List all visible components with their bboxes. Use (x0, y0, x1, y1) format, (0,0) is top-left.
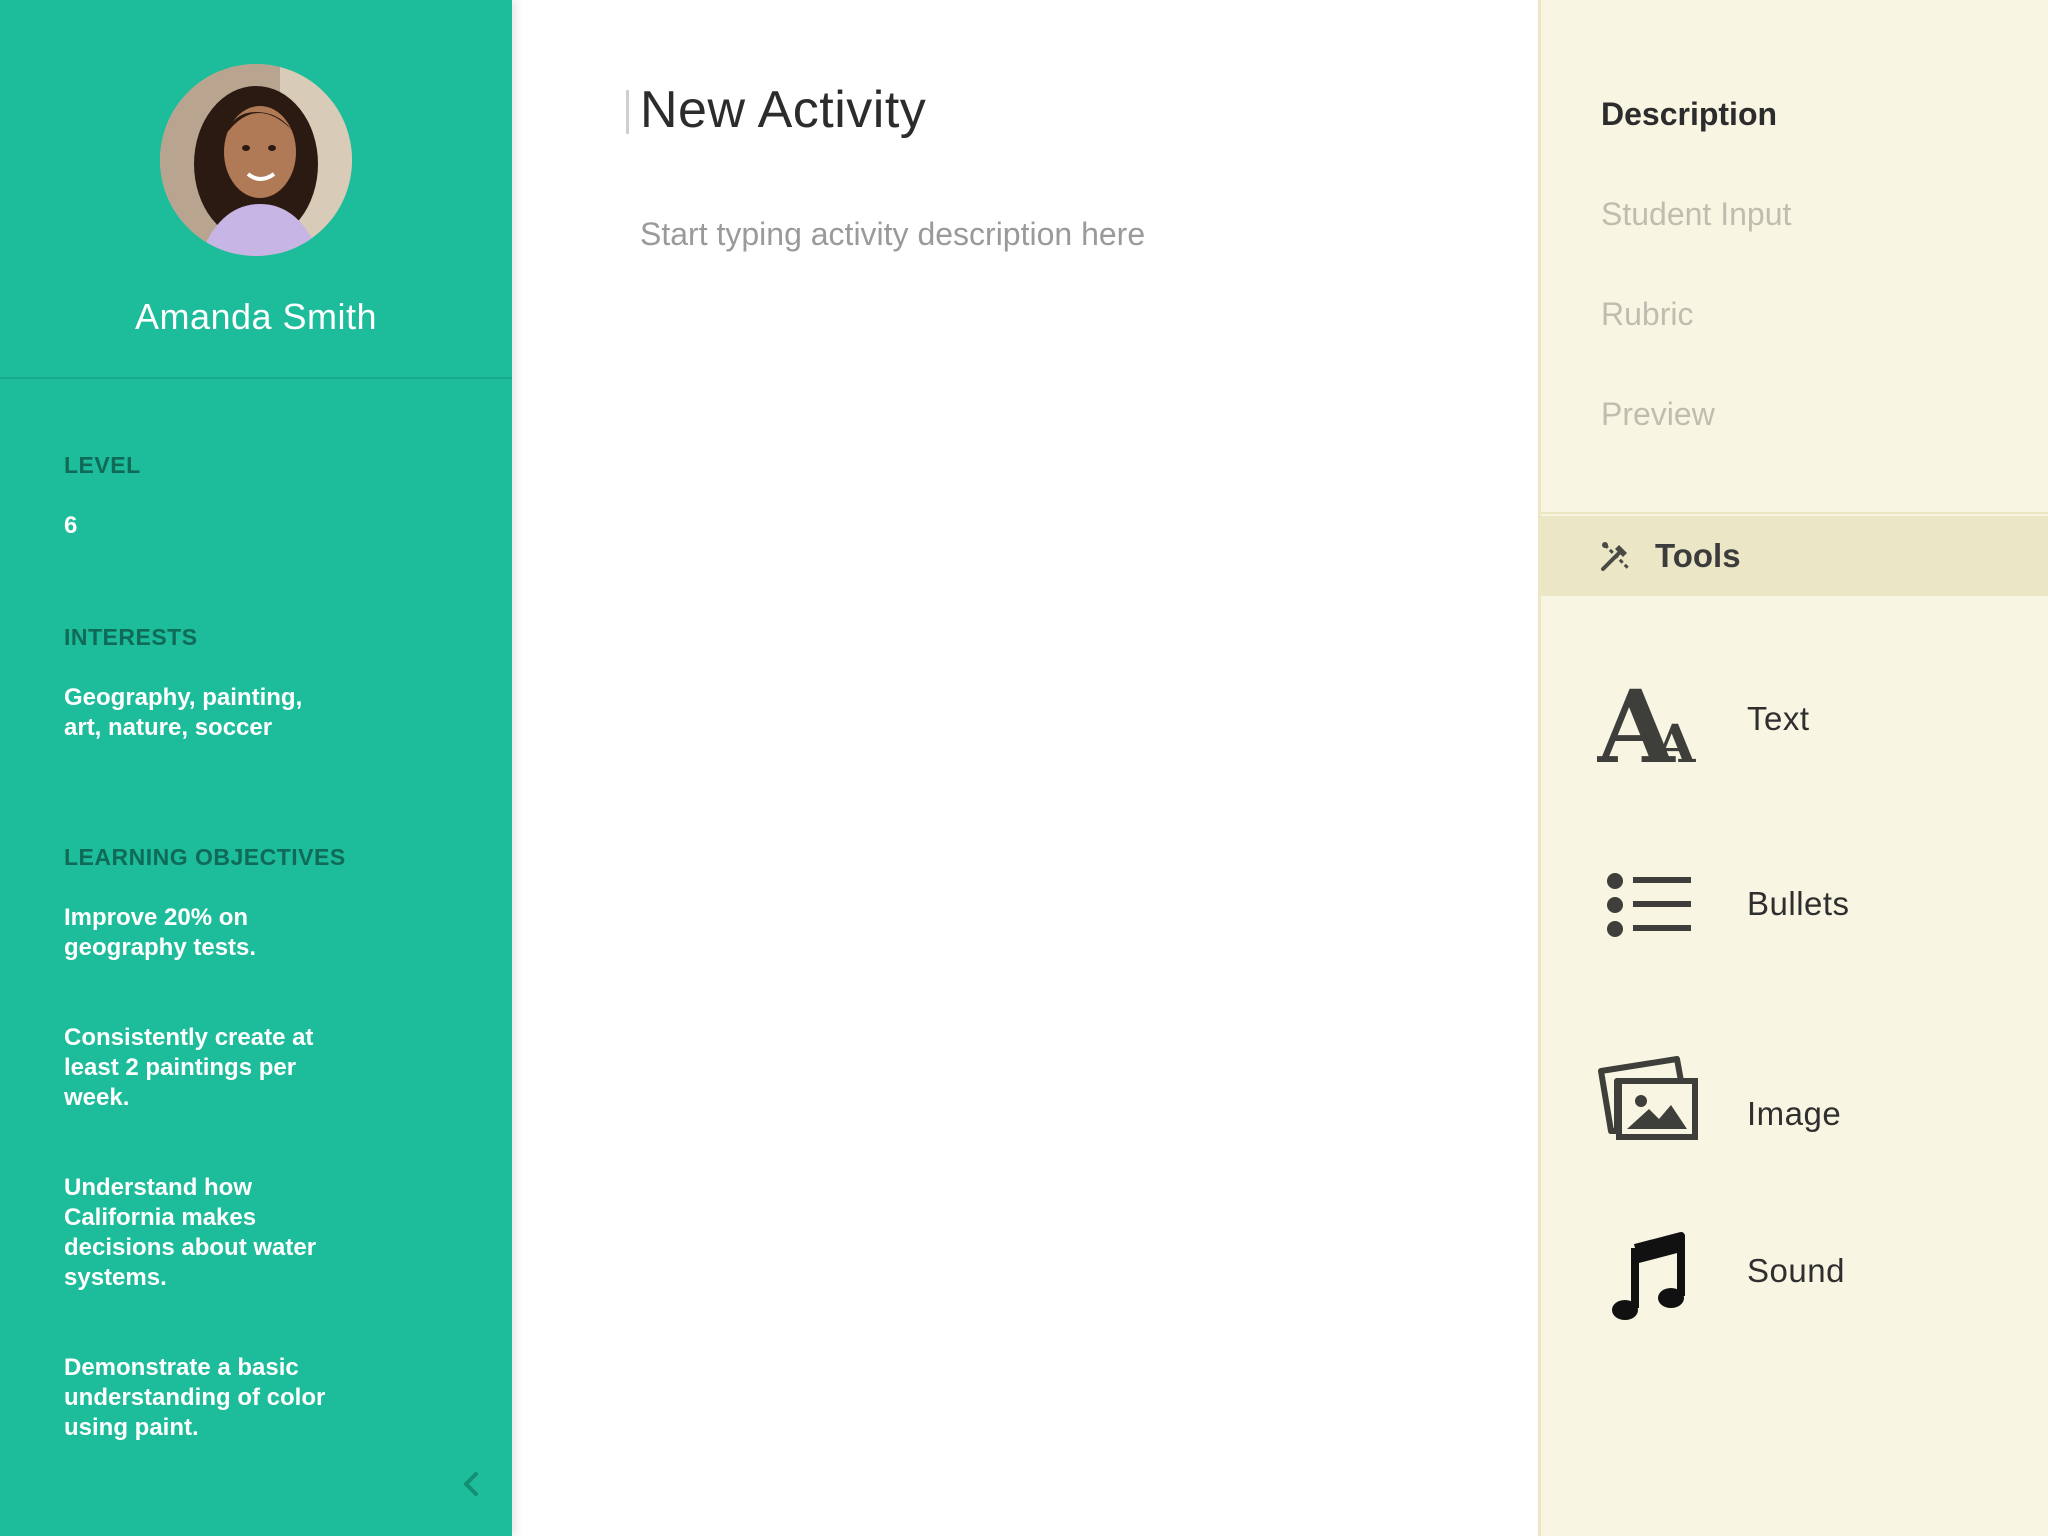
profile-header: Amanda Smith (0, 0, 512, 379)
profile-name: Amanda Smith (134, 296, 378, 337)
chevron-left-icon (464, 1472, 478, 1496)
nav-student-input[interactable]: Student Input (1601, 196, 1791, 233)
level-section: LEVEL 6 (64, 452, 364, 541)
profile-sidebar: Amanda Smith LEVEL 6 INTERESTS Geography… (0, 0, 512, 1536)
nav-rubric[interactable]: Rubric (1601, 296, 1693, 333)
tool-text-label: Text (1747, 700, 1810, 737)
tool-image-label: Image (1747, 1095, 1842, 1132)
objective-item: Improve 20% on geography tests. (64, 904, 257, 961)
level-value: 6 (64, 512, 78, 539)
activity-editor: New Activity Start typing activity descr… (512, 0, 1538, 1536)
svg-text:A: A (1654, 714, 1696, 772)
objectives-list: Improve 20% on geography tests. Consiste… (64, 903, 354, 1443)
activity-description-input[interactable]: Start typing activity description here (640, 216, 1145, 253)
music-note-icon (1612, 1232, 1685, 1320)
image-stack-icon (1598, 1056, 1698, 1140)
interests-section: INTERESTS Geography, painting, art, natu… (64, 624, 364, 743)
avatar-photo (160, 64, 352, 256)
interests-value: Geography, painting, art, nature, soccer (64, 684, 303, 741)
nav-description[interactable]: Description (1601, 96, 1777, 133)
tool-text[interactable]: A A Text (1541, 660, 2048, 780)
panel-divider (1541, 512, 2048, 514)
tools-label: Tools (1655, 537, 1741, 574)
tools-header[interactable]: Tools (1541, 516, 2048, 596)
learning-objectives-label: LEARNING OBJECTIVES (64, 844, 346, 870)
collapse-sidebar-button[interactable] (458, 1470, 486, 1498)
nav-preview[interactable]: Preview (1601, 396, 1715, 433)
learning-objectives-section: LEARNING OBJECTIVES Improve 20% on geogr… (64, 844, 364, 1503)
objective-item: Understand how California makes decision… (64, 1174, 317, 1291)
tool-sound-label: Sound (1747, 1252, 1845, 1289)
interests-label: INTERESTS (64, 624, 198, 650)
tool-image[interactable]: Image (1541, 1045, 2048, 1165)
objective-item: Consistently create at least 2 paintings… (64, 1024, 314, 1111)
right-panel: Description Student Input Rubric Preview… (1538, 0, 2048, 1536)
tool-sound[interactable]: Sound (1541, 1218, 2048, 1338)
text-caret (626, 90, 629, 134)
avatar (160, 64, 352, 256)
tool-bullets[interactable]: Bullets (1541, 845, 2048, 965)
level-label: LEVEL (64, 452, 141, 478)
tools-icon (1601, 542, 1631, 571)
bulleted-list-icon (1607, 873, 1691, 937)
objective-item: Demonstrate a basic understanding of col… (64, 1354, 326, 1441)
text-format-icon: A A (1597, 668, 1696, 772)
tool-bullets-label: Bullets (1747, 885, 1850, 922)
activity-title-input[interactable]: New Activity (640, 80, 926, 140)
